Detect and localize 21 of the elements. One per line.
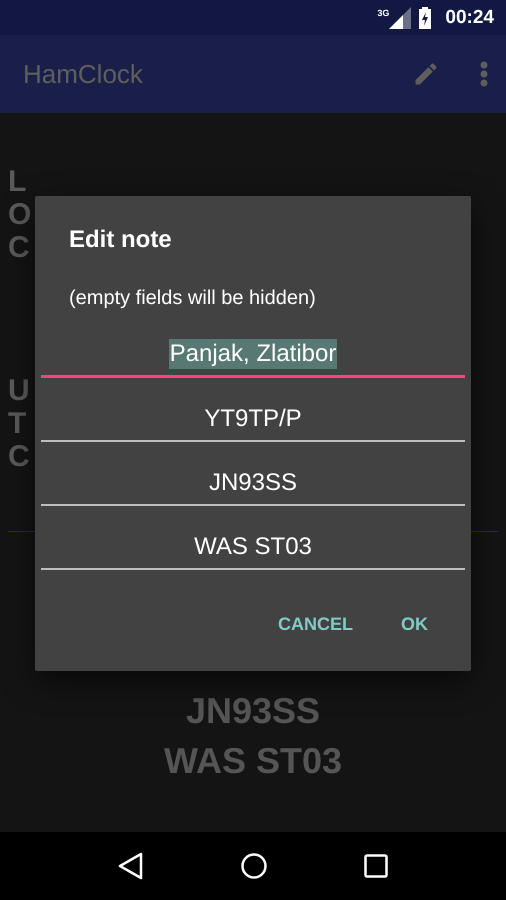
recents-icon[interactable] bbox=[364, 854, 388, 878]
back-icon[interactable] bbox=[118, 852, 144, 880]
note-field[interactable]: WAS ST03 bbox=[41, 506, 465, 570]
signal-icon bbox=[389, 6, 412, 28]
status-time: 00:24 bbox=[445, 6, 494, 28]
note-field[interactable]: YT9TP/P bbox=[41, 378, 465, 442]
dialog-title: Edit note bbox=[69, 226, 173, 254]
utc-label: UTC bbox=[8, 374, 31, 473]
dialog-hint: (empty fields will be hidden) bbox=[69, 286, 317, 310]
ok-button[interactable]: OK bbox=[389, 606, 440, 642]
note-line: WAS ST03 bbox=[164, 739, 342, 783]
local-label: LOC bbox=[8, 165, 32, 264]
cancel-button[interactable]: CANCEL bbox=[266, 606, 365, 642]
home-icon[interactable] bbox=[240, 852, 268, 880]
note-field[interactable]: JN93SS bbox=[41, 442, 465, 506]
network-type: 3G bbox=[377, 8, 390, 18]
app-title: HamClock bbox=[23, 58, 144, 90]
battery-icon bbox=[419, 6, 432, 28]
more-icon[interactable] bbox=[480, 61, 488, 87]
note-line: JN93SS bbox=[186, 689, 320, 733]
note-field[interactable]: Panjak, Zlatibor bbox=[41, 314, 465, 378]
